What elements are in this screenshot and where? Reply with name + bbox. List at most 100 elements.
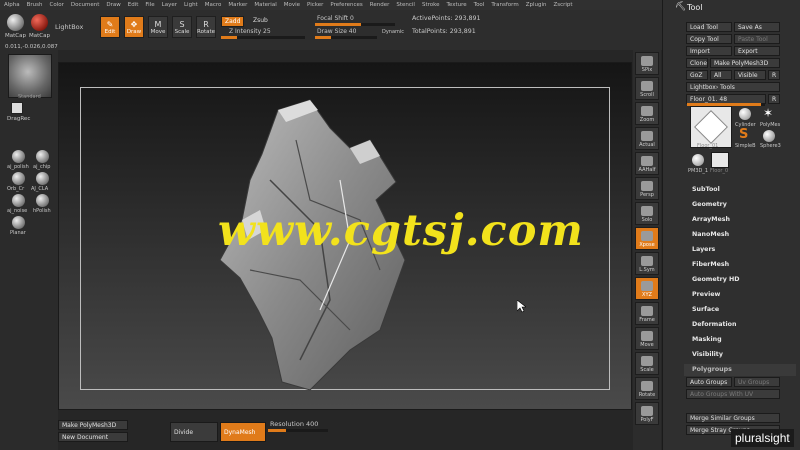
menu-item-file[interactable]: File [145,2,154,8]
merge-similar-groups-button[interactable]: Merge Similar Groups [686,413,780,423]
brush-planar-icon[interactable] [12,216,25,229]
menu-item-stencil[interactable]: Stencil [396,2,415,8]
stroke-icon[interactable] [11,102,23,114]
new-document-button[interactable]: New Document [58,432,128,442]
surface-section[interactable]: Surface [692,306,719,313]
cylinder-tool-icon[interactable] [739,108,751,120]
zsub-button[interactable]: Zsub [250,16,271,25]
polygroups-header[interactable]: Polygroups [684,364,796,376]
focal-shift-slider[interactable] [315,23,395,26]
matcap-swatch[interactable] [7,14,24,31]
menu-item-draw[interactable]: Draw [106,2,120,8]
draw-button[interactable]: ✥ Draw [124,16,144,38]
menu-item-preferences[interactable]: Preferences [330,2,362,8]
menu-item-light[interactable]: Light [184,2,198,8]
right-shelf-solo-button[interactable]: Solo [635,202,659,225]
right-shelf-aahalf-button[interactable]: AAHalf [635,152,659,175]
divide-button[interactable]: Divide [170,422,218,442]
lightbox-button[interactable]: LightBox [55,23,83,31]
dynamic-toggle[interactable]: Dynamic [382,29,404,35]
right-shelf-move-button[interactable]: Move [635,327,659,350]
r-button[interactable]: R [768,70,780,80]
menu-item-movie[interactable]: Movie [284,2,300,8]
matcap-red-swatch[interactable] [31,14,48,31]
menu-item-render[interactable]: Render [370,2,390,8]
menu-item-transform[interactable]: Transform [491,2,518,8]
lightbox-tools-button[interactable]: Lightbox› Tools [686,82,780,92]
visibility-section[interactable]: Visibility [692,351,723,358]
right-shelf-xpose-button[interactable]: Xpose [635,227,659,250]
z-intensity-slider[interactable] [221,36,305,39]
auto-groups-with-uv-button[interactable]: Auto Groups With UV [686,389,780,399]
right-shelf-persp-button[interactable]: Persp [635,177,659,200]
rotate-button[interactable]: R Rotate [196,16,216,38]
simplebrush-icon[interactable]: S [739,127,748,142]
resolution-slider[interactable] [268,429,328,432]
right-shelf-frame-button[interactable]: Frame [635,302,659,325]
brush-aj-chip-icon[interactable] [36,150,49,163]
menu-item-layer[interactable]: Layer [162,2,177,8]
pm3d-icon[interactable] [692,154,704,166]
geometry-section[interactable]: Geometry [692,201,727,208]
menu-item-brush[interactable]: Brush [27,2,43,8]
menu-item-document[interactable]: Document [71,2,100,8]
load-tool-button[interactable]: Load Tool [686,22,732,32]
layers-section[interactable]: Layers [692,246,715,253]
move-button[interactable]: M Move [148,16,168,38]
paste-tool-button[interactable]: Paste Tool [734,34,780,44]
menu-item-material[interactable]: Material [254,2,276,8]
arraymesh-section[interactable]: ArrayMesh [692,216,730,223]
masking-section[interactable]: Masking [692,336,722,343]
uv-groups-button[interactable]: Uv Groups [734,377,780,387]
sphere3d-icon[interactable] [763,130,775,142]
menu-item-macro[interactable]: Macro [205,2,222,8]
brush-thumbnail[interactable] [8,54,52,98]
brush-aj-polish-icon[interactable] [12,150,25,163]
nanomesh-section[interactable]: NanoMesh [692,231,729,238]
import-button[interactable]: Import [686,46,732,56]
clone-button[interactable]: Clone [686,58,708,68]
right-shelf-xyz-button[interactable]: XYZ [635,277,659,300]
save-as-button[interactable]: Save As [734,22,780,32]
geometry-hd-section[interactable]: Geometry HD [692,276,740,283]
menu-item-alpha[interactable]: Alpha [4,2,20,8]
draw-size-slider[interactable] [315,36,377,39]
right-shelf-zoom-button[interactable]: Zoom [635,102,659,125]
right-shelf-spix-button[interactable]: SPix [635,52,659,75]
right-shelf-lsym-button[interactable]: L.Sym [635,252,659,275]
goz-button[interactable]: GoZ [686,70,708,80]
menu-item-zplugin[interactable]: Zplugin [526,2,547,8]
r-button-2[interactable]: R [768,94,780,104]
menu-item-edit[interactable]: Edit [128,2,139,8]
preview-section[interactable]: Preview [692,291,720,298]
dynamesh-button[interactable]: DynaMesh [220,422,266,442]
floor-small-icon[interactable] [711,152,729,168]
right-shelf-actual-button[interactable]: Actual [635,127,659,150]
menu-item-picker[interactable]: Picker [307,2,323,8]
auto-groups-button[interactable]: Auto Groups [686,377,732,387]
menu-item-zscript[interactable]: Zscript [553,2,572,8]
zadd-button[interactable]: Zadd [221,16,245,27]
all-button[interactable]: All [710,70,732,80]
right-shelf-scroll-button[interactable]: Scroll [635,77,659,100]
right-shelf-scale-button[interactable]: Scale [635,352,659,375]
make-polymesh-button[interactable]: Make PolyMesh3D [58,420,128,430]
right-shelf-polyf-button[interactable]: PolyF [635,402,659,425]
polymesh-star-icon[interactable]: ✶ [763,106,773,120]
menu-item-texture[interactable]: Texture [447,2,467,8]
deformation-section[interactable]: Deformation [692,321,736,328]
copy-tool-button[interactable]: Copy Tool [686,34,732,44]
edit-button[interactable]: ✎ Edit [100,16,120,38]
menu-item-stroke[interactable]: Stroke [422,2,440,8]
scale-button[interactable]: S Scale [172,16,192,38]
export-button[interactable]: Export [734,46,780,56]
brush-aj-cla-icon[interactable] [36,172,49,185]
make-polymesh3d-button[interactable]: Make PolyMesh3D [710,58,780,68]
floor-tool-thumbnail[interactable] [690,106,732,148]
subtool-section[interactable]: SubTool [692,186,720,193]
fibermesh-section[interactable]: FiberMesh [692,261,729,268]
menu-item-color[interactable]: Color [50,2,64,8]
visible-button[interactable]: Visible [734,70,766,80]
brush-orb-cr-icon[interactable] [12,172,25,185]
menu-item-marker[interactable]: Marker [228,2,247,8]
